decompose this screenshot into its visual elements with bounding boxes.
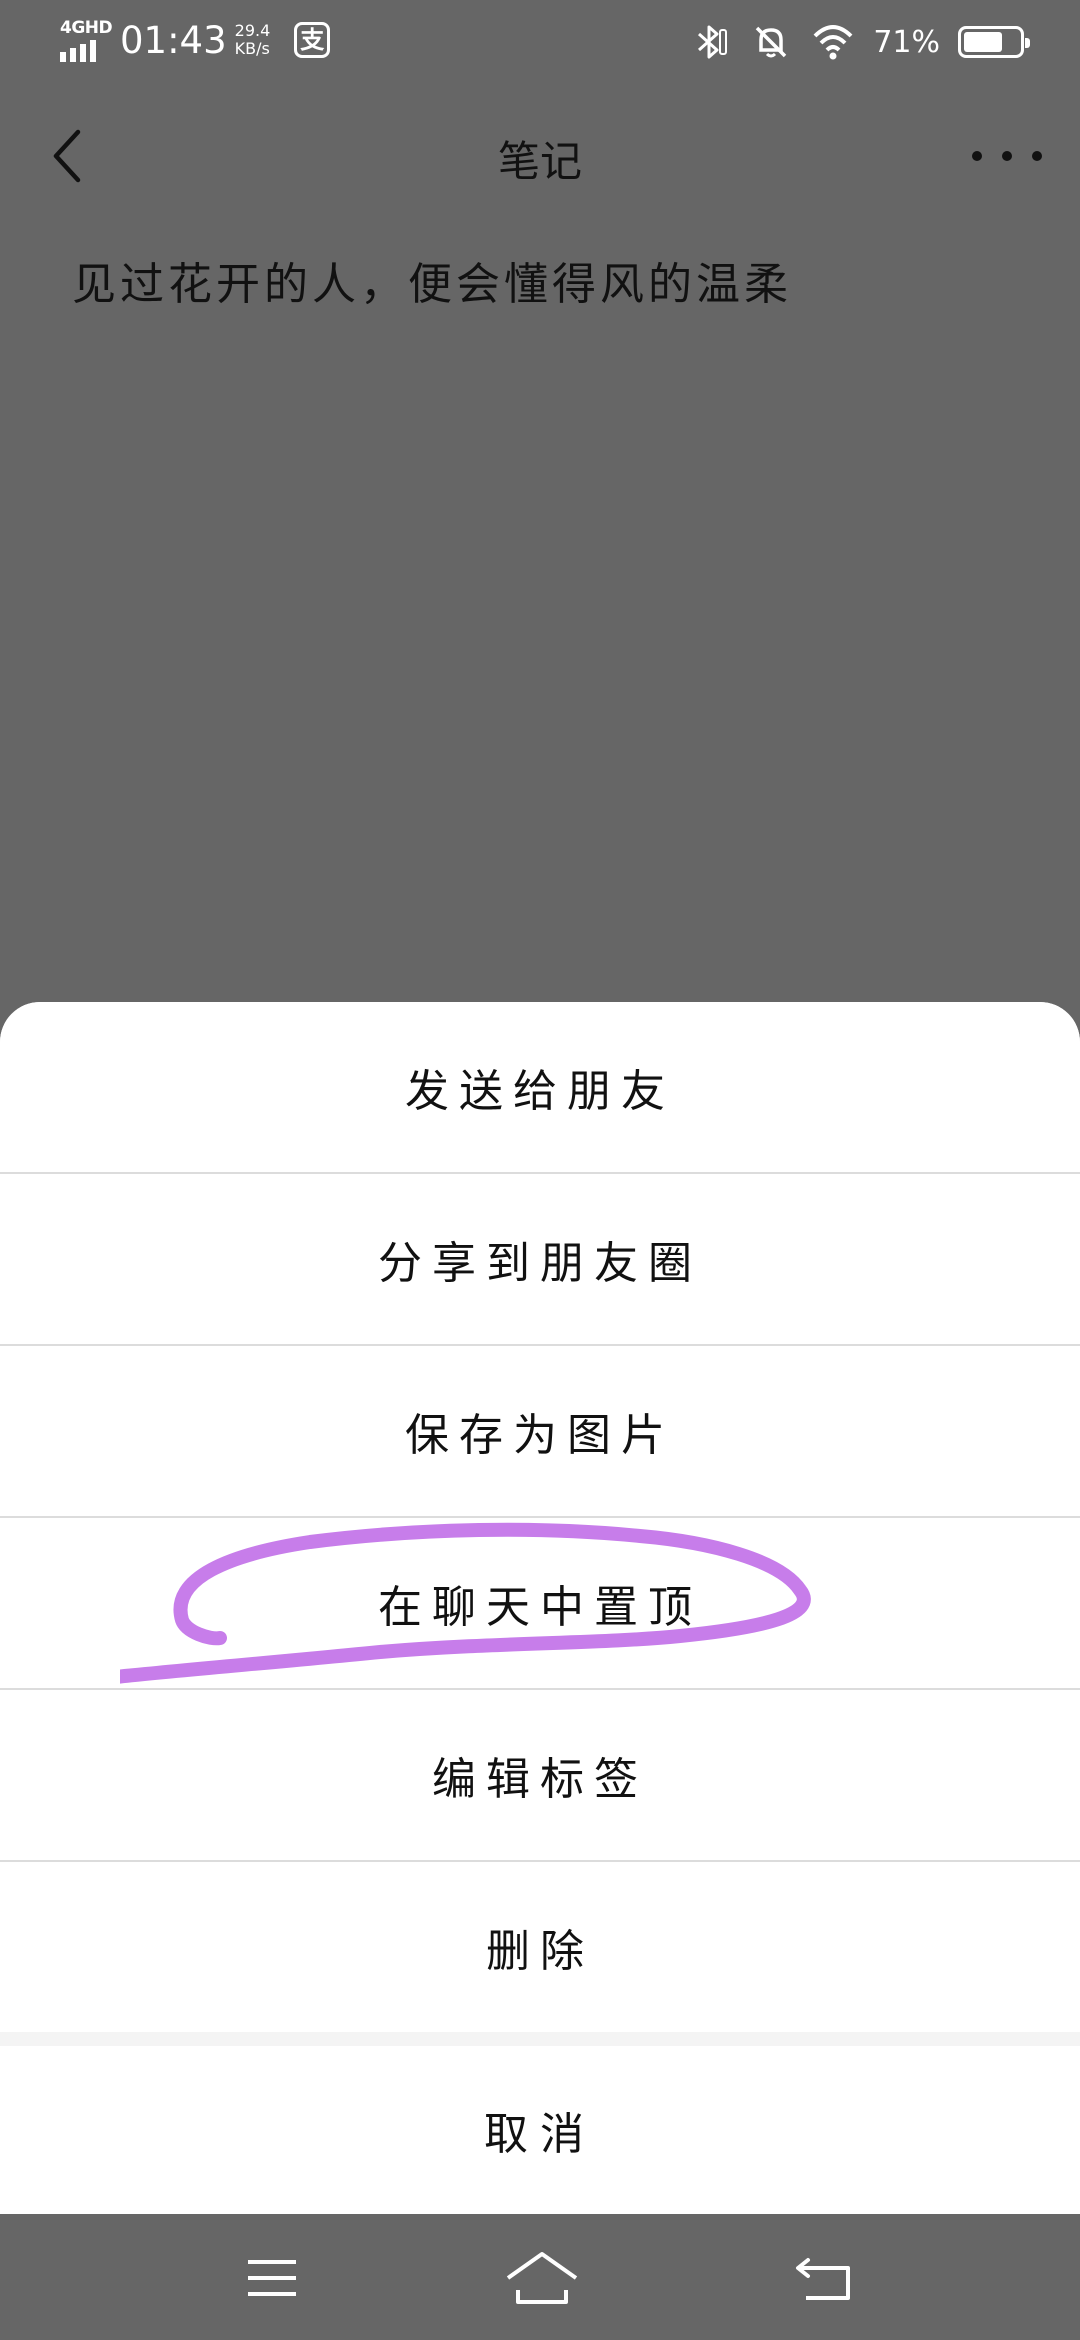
status-left: 4GHD 01:43 29.4 KB/s 支: [58, 18, 331, 62]
menu-button[interactable]: [224, 2242, 320, 2314]
clock: 01:43: [120, 18, 227, 62]
more-button[interactable]: [972, 134, 1042, 178]
speed-value: 29.4: [234, 21, 271, 40]
menu-icon: [248, 2260, 296, 2296]
mute-icon: [756, 26, 787, 58]
speed-unit: KB/s: [234, 39, 270, 58]
battery-icon: [958, 26, 1030, 58]
home-icon: [506, 2252, 578, 2304]
bluetooth-icon: [698, 25, 728, 59]
home-button[interactable]: [494, 2242, 590, 2314]
battery-fill: [964, 32, 1003, 52]
action-sheet: 发送给朋友 分享到朋友圈 保存为图片 在聊天中置顶 编辑标签 删除 取消: [0, 1002, 1080, 2214]
back-nav-button[interactable]: [776, 2242, 872, 2314]
menu-item-save-image[interactable]: 保存为图片: [0, 1346, 1080, 1516]
menu-item-pin-in-chat[interactable]: 在聊天中置顶: [0, 1518, 1080, 1688]
menu-item-delete[interactable]: 删除: [0, 1862, 1080, 2032]
network-speed: 29.4 KB/s: [235, 22, 271, 58]
page-title: 笔记: [497, 137, 582, 186]
menu-item-edit-tags[interactable]: 编辑标签: [0, 1690, 1080, 1860]
status-right: 71%: [687, 20, 1030, 64]
back-icon: [796, 2258, 850, 2300]
more-horizontal-icon: [972, 151, 982, 161]
menu-item-send-to-friend[interactable]: 发送给朋友: [0, 1002, 1080, 1172]
note-content[interactable]: 见过花开的人，便会懂得风的温柔: [72, 248, 792, 312]
app-header: 笔记: [0, 100, 1080, 212]
status-bar: 4GHD 01:43 29.4 KB/s 支 71%: [0, 0, 1080, 84]
menu-item-share-moments[interactable]: 分享到朋友圈: [0, 1174, 1080, 1344]
wifi-icon: [813, 25, 853, 60]
network-type: 4GHD: [60, 18, 113, 38]
system-nav-bar: [0, 2214, 1080, 2340]
battery-percent: 71%: [873, 24, 940, 60]
cancel-button[interactable]: 取消: [0, 2046, 1080, 2214]
alipay-icon: 支: [294, 22, 331, 58]
signal-icon: 4GHD: [58, 18, 113, 62]
